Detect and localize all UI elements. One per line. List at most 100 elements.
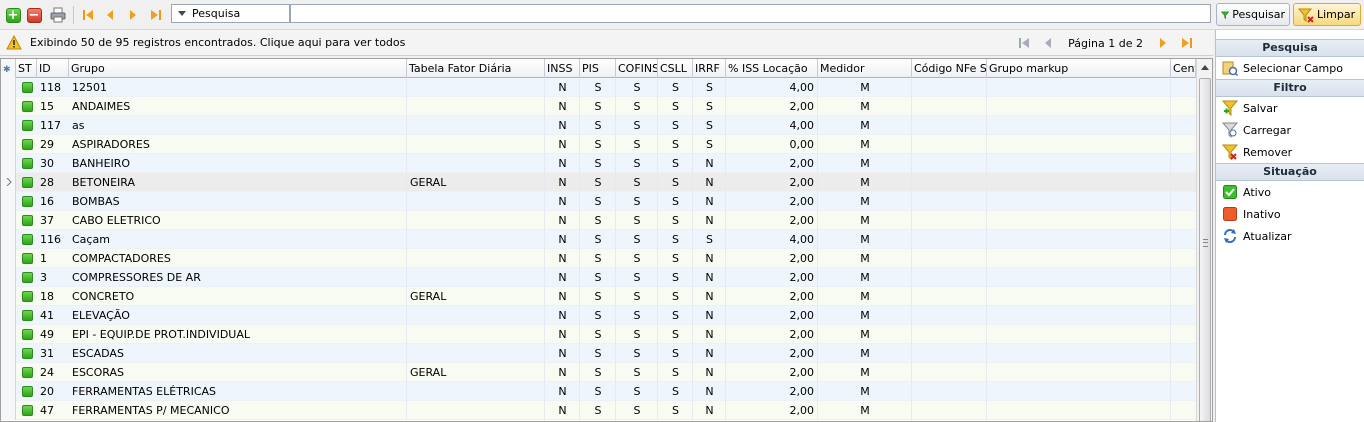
remove-button[interactable]: − xyxy=(25,6,43,24)
row-indicator[interactable] xyxy=(1,401,16,420)
grid-line xyxy=(1170,154,1171,173)
print-button[interactable] xyxy=(49,6,67,24)
row-indicator[interactable] xyxy=(1,154,16,173)
scroll-up-arrow[interactable] xyxy=(1197,59,1212,76)
search-input[interactable] xyxy=(290,4,1211,23)
cell-id: 118 xyxy=(40,81,61,94)
cell-csll: S xyxy=(672,290,679,303)
table-row[interactable]: 18 CONCRETO GERAL N S S S N 2,00 M xyxy=(1,287,1196,306)
add-button[interactable]: + xyxy=(4,6,22,24)
inactive-status-icon xyxy=(1222,206,1238,222)
cell-irrf: N xyxy=(705,290,714,303)
col-codigo-nfe[interactable]: Código NFe SP xyxy=(912,59,987,78)
search-field-dropdown[interactable]: Pesquisa xyxy=(171,4,290,23)
column-chooser-icon[interactable]: ✱ xyxy=(1,59,16,78)
records-found-link[interactable]: Exibindo 50 de 95 registros encontrados.… xyxy=(30,36,405,49)
cell-tabela xyxy=(407,78,545,97)
next-record-button[interactable] xyxy=(124,6,142,24)
last-record-button[interactable] xyxy=(147,6,165,24)
first-page-icon[interactable] xyxy=(1016,35,1032,51)
select-field-icon xyxy=(1222,60,1238,76)
col-grupo-markup[interactable]: Grupo markup xyxy=(987,59,1171,78)
previous-record-button[interactable] xyxy=(101,6,119,24)
col-irrf[interactable]: IRRF xyxy=(693,59,726,78)
table-row[interactable]: 3 COMPRESSORES DE AR N S S S N 2,00 M xyxy=(1,268,1196,287)
col-grupo[interactable]: Grupo xyxy=(69,59,407,78)
table-row[interactable]: 30 BANHEIRO N S S S N 2,00 M xyxy=(1,154,1196,173)
cell-cofins: S xyxy=(633,214,641,227)
row-indicator[interactable] xyxy=(1,192,16,211)
col-medidor[interactable]: Medidor xyxy=(818,59,912,78)
row-indicator[interactable] xyxy=(1,78,16,97)
carregar-filter-item[interactable]: Carregar xyxy=(1216,119,1364,141)
col-cent[interactable]: Cent xyxy=(1171,59,1196,78)
cell-medidor: M xyxy=(860,366,870,379)
col-id[interactable]: ID xyxy=(37,59,69,78)
table-row[interactable]: 31 ESCADAS N S S S N 2,00 M xyxy=(1,344,1196,363)
next-page-icon[interactable] xyxy=(1155,35,1171,51)
cell-iss: 2,00 xyxy=(789,100,815,113)
table-row[interactable]: 16 BOMBAS N S S S N 2,00 M xyxy=(1,192,1196,211)
table-row[interactable]: 15 ANDAIMES N S S S S 2,00 M xyxy=(1,97,1196,116)
col-cofins[interactable]: COFINS xyxy=(616,59,658,78)
vertical-scrollbar[interactable] xyxy=(1196,59,1212,421)
scrollbar-thumb[interactable] xyxy=(1199,78,1211,421)
table-row[interactable]: 118 12501 N S S S S 4,00 M xyxy=(1,78,1196,97)
grid-line xyxy=(1170,78,1171,97)
limpar-button[interactable]: Limpar xyxy=(1293,3,1361,26)
row-indicator[interactable] xyxy=(1,287,16,306)
cell-id: 15 xyxy=(40,100,54,113)
col-tabela[interactable]: Tabela Fator Diária xyxy=(407,59,545,78)
table-row[interactable]: 20 FERRAMENTAS ELÉTRICAS N S S S N 2,00 M xyxy=(1,382,1196,401)
salvar-filter-item[interactable]: Salvar xyxy=(1216,97,1364,119)
row-indicator[interactable] xyxy=(1,97,16,116)
row-indicator[interactable] xyxy=(1,363,16,382)
row-indicator[interactable] xyxy=(1,173,16,192)
table-row[interactable]: 37 CABO ELETRICO N S S S N 2,00 M xyxy=(1,211,1196,230)
table-row[interactable]: 29 ASPIRADORES N S S S S 0,00 M xyxy=(1,135,1196,154)
pesquisar-button[interactable]: Pesquisar xyxy=(1216,3,1290,26)
col-iss[interactable]: % ISS Locação xyxy=(726,59,818,78)
col-csll[interactable]: CSLL xyxy=(658,59,693,78)
cell-irrf: N xyxy=(705,195,714,208)
cell-id: 37 xyxy=(40,214,54,227)
last-page-icon[interactable] xyxy=(1179,35,1195,51)
previous-page-icon[interactable] xyxy=(1040,35,1056,51)
table-row[interactable]: 24 ESCORAS GERAL N S S S N 2,00 M xyxy=(1,363,1196,382)
ativo-item[interactable]: Ativo xyxy=(1216,181,1364,203)
grid-header: ✱ ST ID Grupo Tabela Fator Diária INSS P… xyxy=(1,59,1196,78)
grid-line xyxy=(1170,268,1171,287)
table-row[interactable]: 1 COMPACTADORES N S S S N 2,00 M xyxy=(1,249,1196,268)
table-row[interactable]: 116 Caçam N S S S S 4,00 M xyxy=(1,230,1196,249)
col-inss[interactable]: INSS xyxy=(545,59,580,78)
row-indicator[interactable] xyxy=(1,325,16,344)
selecionar-campo-item[interactable]: Selecionar Campo xyxy=(1216,57,1364,79)
cell-pis: S xyxy=(594,309,602,322)
col-pis[interactable]: PIS xyxy=(580,59,616,78)
row-indicator[interactable] xyxy=(1,135,16,154)
pager: Página 1 de 2 xyxy=(1016,34,1195,52)
atualizar-item[interactable]: Atualizar xyxy=(1216,225,1364,247)
row-indicator[interactable] xyxy=(1,211,16,230)
table-row[interactable]: 117 as N S S S S 4,00 M xyxy=(1,116,1196,135)
section-pesquisa-title: Pesquisa xyxy=(1216,39,1364,57)
inativo-item[interactable]: Inativo xyxy=(1216,203,1364,225)
table-row[interactable]: 47 FERRAMENTAS P/ MECANICO N S S S N 2,00 M xyxy=(1,401,1196,420)
row-indicator[interactable] xyxy=(1,306,16,325)
status-active-icon xyxy=(22,101,33,112)
table-row[interactable]: 49 EPI - EQUIP.DE PROT.INDIVIDUAL N S S S N 2,0… xyxy=(1,325,1196,344)
table-row[interactable]: 28 BETONEIRA GERAL N S S S N 2,00 M xyxy=(1,173,1196,192)
row-indicator[interactable] xyxy=(1,116,16,135)
cell-pis: S xyxy=(594,328,602,341)
row-indicator[interactable] xyxy=(1,249,16,268)
row-indicator[interactable] xyxy=(1,268,16,287)
grid-line xyxy=(1170,325,1171,344)
col-st[interactable]: ST xyxy=(16,59,37,78)
row-indicator[interactable] xyxy=(1,382,16,401)
table-row[interactable]: 41 ELEVAÇÃO N S S S N 2,00 M xyxy=(1,306,1196,325)
first-record-button[interactable] xyxy=(79,6,97,24)
remover-filter-item[interactable]: Remover xyxy=(1216,141,1364,163)
row-indicator[interactable] xyxy=(1,344,16,363)
grid-line xyxy=(986,401,987,420)
row-indicator[interactable] xyxy=(1,230,16,249)
